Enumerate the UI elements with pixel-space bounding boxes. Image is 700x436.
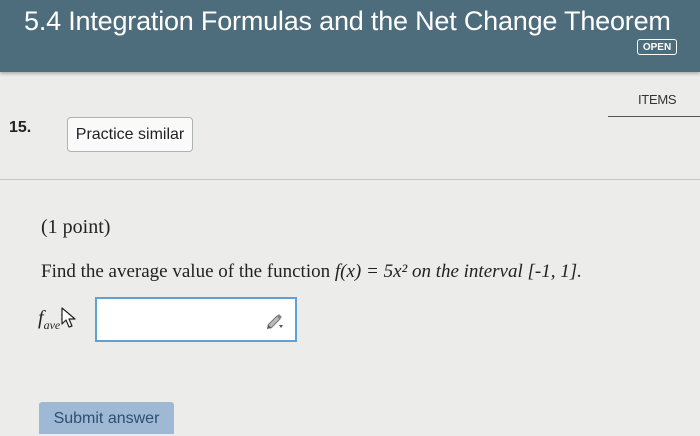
open-status-badge[interactable]: OPEN [637,39,677,55]
submit-answer-button[interactable]: Submit answer [39,402,174,434]
question-text: Find the average value of the function f… [41,261,582,283]
items-underline [608,116,700,117]
page-header: 5.4 Integration Formulas and the Net Cha… [0,0,700,72]
section-divider [0,179,700,180]
pencil-icon[interactable] [264,310,284,330]
question-function: f(x) = 5x² on the interval [-1, 1]. [334,261,582,282]
answer-label-subscript: ave [43,318,61,332]
question-number: 15. [9,119,32,136]
mouse-cursor-icon [61,307,76,328]
items-nav-link[interactable]: ITEMS [638,92,677,107]
page-title: 5.4 Integration Formulas and the Net Cha… [24,6,671,36]
question-prompt: Find the average value of the function [41,261,335,282]
question-points: (1 point) [41,216,111,238]
practice-similar-button[interactable]: Practice similar [67,117,193,152]
